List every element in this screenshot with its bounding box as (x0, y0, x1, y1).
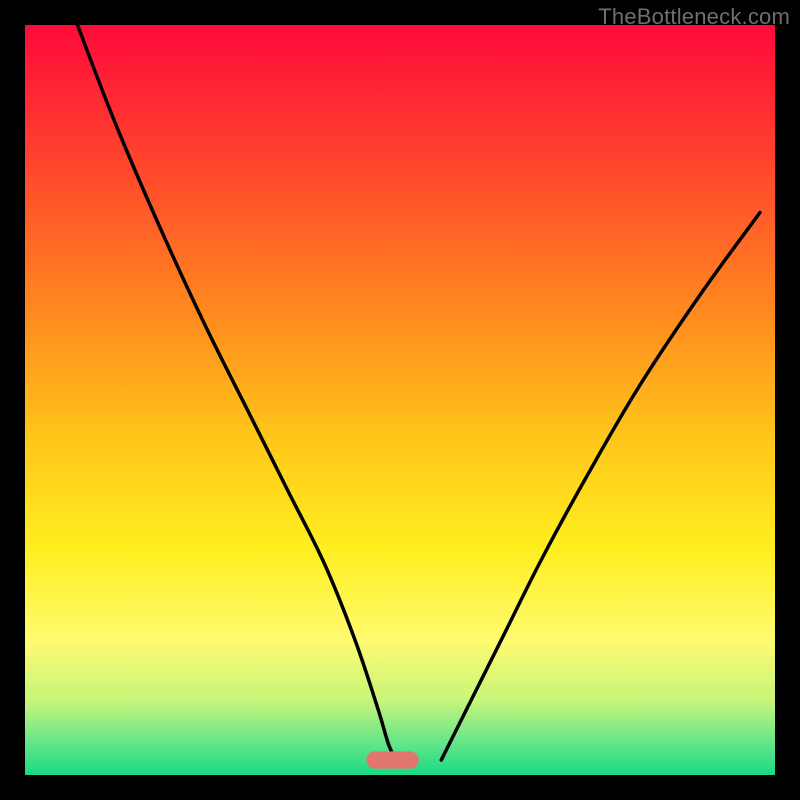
bottleneck-chart (25, 25, 775, 775)
plot-area (25, 25, 775, 775)
optimal-zone-marker (366, 751, 419, 768)
chart-frame: TheBottleneck.com (0, 0, 800, 800)
gradient-background (25, 25, 775, 775)
